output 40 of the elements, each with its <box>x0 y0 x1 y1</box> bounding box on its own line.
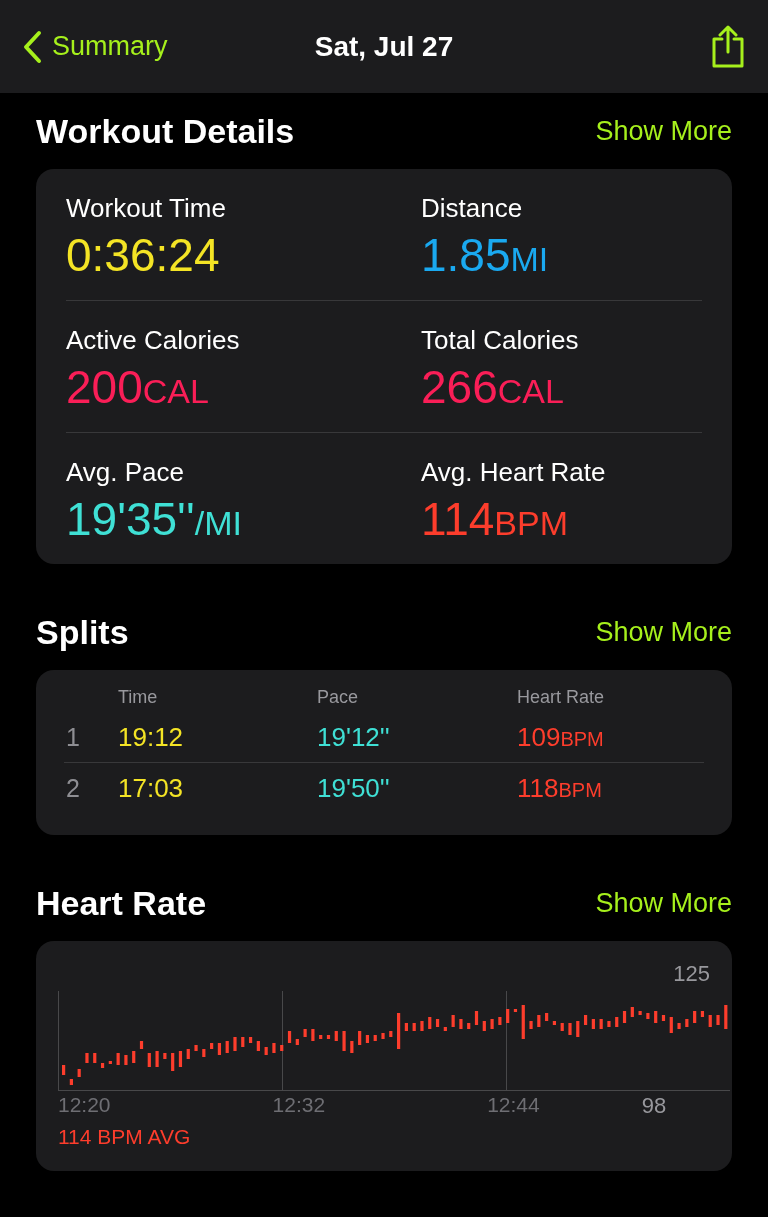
table-cell: 118BPM <box>517 772 602 804</box>
section-title: Splits <box>36 612 129 652</box>
table-cell: 19'12'' <box>317 721 390 753</box>
metric-label: Active Calories <box>66 325 241 356</box>
time-label: 12:32 <box>272 1093 326 1118</box>
share-button[interactable] <box>710 24 746 69</box>
table-cell: 19'50'' <box>317 772 390 804</box>
time-label: 12:44 <box>487 1093 540 1118</box>
metric-label: Distance <box>421 193 524 224</box>
metric-value: 266CAL <box>421 360 564 414</box>
column-header: Time <box>118 686 159 708</box>
metric-label: Workout Time <box>66 193 227 224</box>
metric-value: 1.85MI <box>421 228 549 282</box>
split-number: 2 <box>66 773 80 803</box>
date-title: Sat, Jul 27 <box>314 30 454 62</box>
table-cell: 17:03 <box>118 772 184 804</box>
show-more-link[interactable]: Show More <box>595 616 732 648</box>
show-more-link[interactable]: Show More <box>595 115 732 147</box>
metric-value: 200CAL <box>66 360 209 414</box>
metric-value: 0:36:24 <box>66 228 220 282</box>
metric-label: Total Calories <box>421 325 580 356</box>
column-header: Heart Rate <box>517 686 606 708</box>
metric-value: 19'35''/MI <box>66 492 242 546</box>
average-label: 114 BPM AVG <box>58 1125 192 1149</box>
table-cell: 109BPM <box>517 721 604 753</box>
metric-value: 114BPM <box>421 492 569 546</box>
section-title: Heart Rate <box>36 883 207 923</box>
table-cell: 19:12 <box>118 721 184 753</box>
split-number: 1 <box>66 722 80 752</box>
share-icon <box>710 24 746 69</box>
time-label: 12:20 <box>58 1093 111 1118</box>
show-more-link[interactable]: Show More <box>595 887 732 919</box>
metric-label: Avg. Pace <box>66 457 186 488</box>
column-header: Pace <box>317 686 360 708</box>
min-label: 98 <box>641 1093 667 1119</box>
max-label: 125 <box>673 961 710 986</box>
metric-label: Avg. Heart Rate <box>421 457 607 488</box>
chevron-left-icon <box>22 29 42 64</box>
back-button[interactable]: Summary <box>22 29 168 64</box>
section-title: Workout Details <box>36 111 295 151</box>
